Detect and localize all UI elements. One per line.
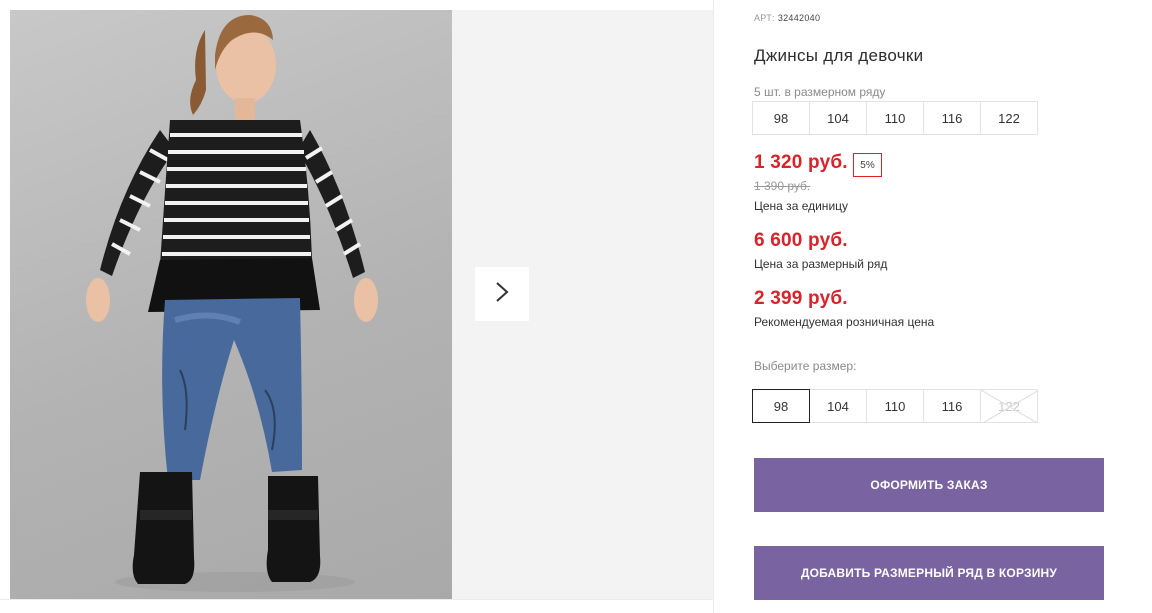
product-photo — [10, 10, 452, 599]
size-option-116[interactable]: 116 — [923, 389, 981, 423]
size-row-cell: 110 — [866, 101, 924, 135]
row-price: 6 600 руб. — [754, 230, 848, 251]
next-image-button[interactable] — [475, 267, 529, 321]
product-title: Джинсы для девочки — [754, 46, 924, 65]
article-number: АРТ: 32442040 — [754, 13, 820, 23]
unit-price-caption: Цена за единицу — [754, 199, 849, 213]
size-row-label: 5 шт. в размерном ряду — [754, 85, 886, 99]
size-row-cell: 98 — [752, 101, 810, 135]
size-option-110[interactable]: 110 — [866, 389, 924, 423]
size-selector: 98 104 110 116 122 — [752, 389, 1038, 423]
chevron-right-icon — [494, 281, 510, 308]
old-price: 1 390 руб. — [754, 179, 811, 193]
retail-price: 2 399 руб. — [754, 288, 848, 309]
add-size-row-to-cart-button[interactable]: ДОБАВИТЬ РАЗМЕРНЫЙ РЯД В КОРЗИНУ — [754, 546, 1104, 600]
size-row-cell: 116 — [923, 101, 981, 135]
size-row-cell: 104 — [809, 101, 867, 135]
retail-price-caption: Рекомендуемая розничная цена — [754, 315, 935, 329]
unavailable-cross-icon — [981, 390, 1037, 422]
choose-size-label: Выберите размер: — [754, 359, 857, 373]
size-row-table: 98 104 110 116 122 — [752, 101, 1038, 135]
unit-price: 1 320 руб. — [754, 152, 848, 173]
divider — [713, 0, 714, 613]
divider — [0, 599, 713, 600]
article-value: 32442040 — [777, 13, 821, 23]
place-order-button[interactable]: ОФОРМИТЬ ЗАКАЗ — [754, 458, 1104, 512]
product-gallery — [10, 10, 713, 599]
size-row-cell: 122 — [980, 101, 1038, 135]
size-option-98[interactable]: 98 — [752, 389, 810, 423]
size-option-122-unavailable: 122 — [980, 389, 1038, 423]
article-label: АРТ: — [754, 13, 775, 23]
row-price-caption: Цена за размерный ряд — [754, 257, 888, 271]
size-option-104[interactable]: 104 — [809, 389, 867, 423]
discount-badge: 5% — [853, 153, 882, 177]
